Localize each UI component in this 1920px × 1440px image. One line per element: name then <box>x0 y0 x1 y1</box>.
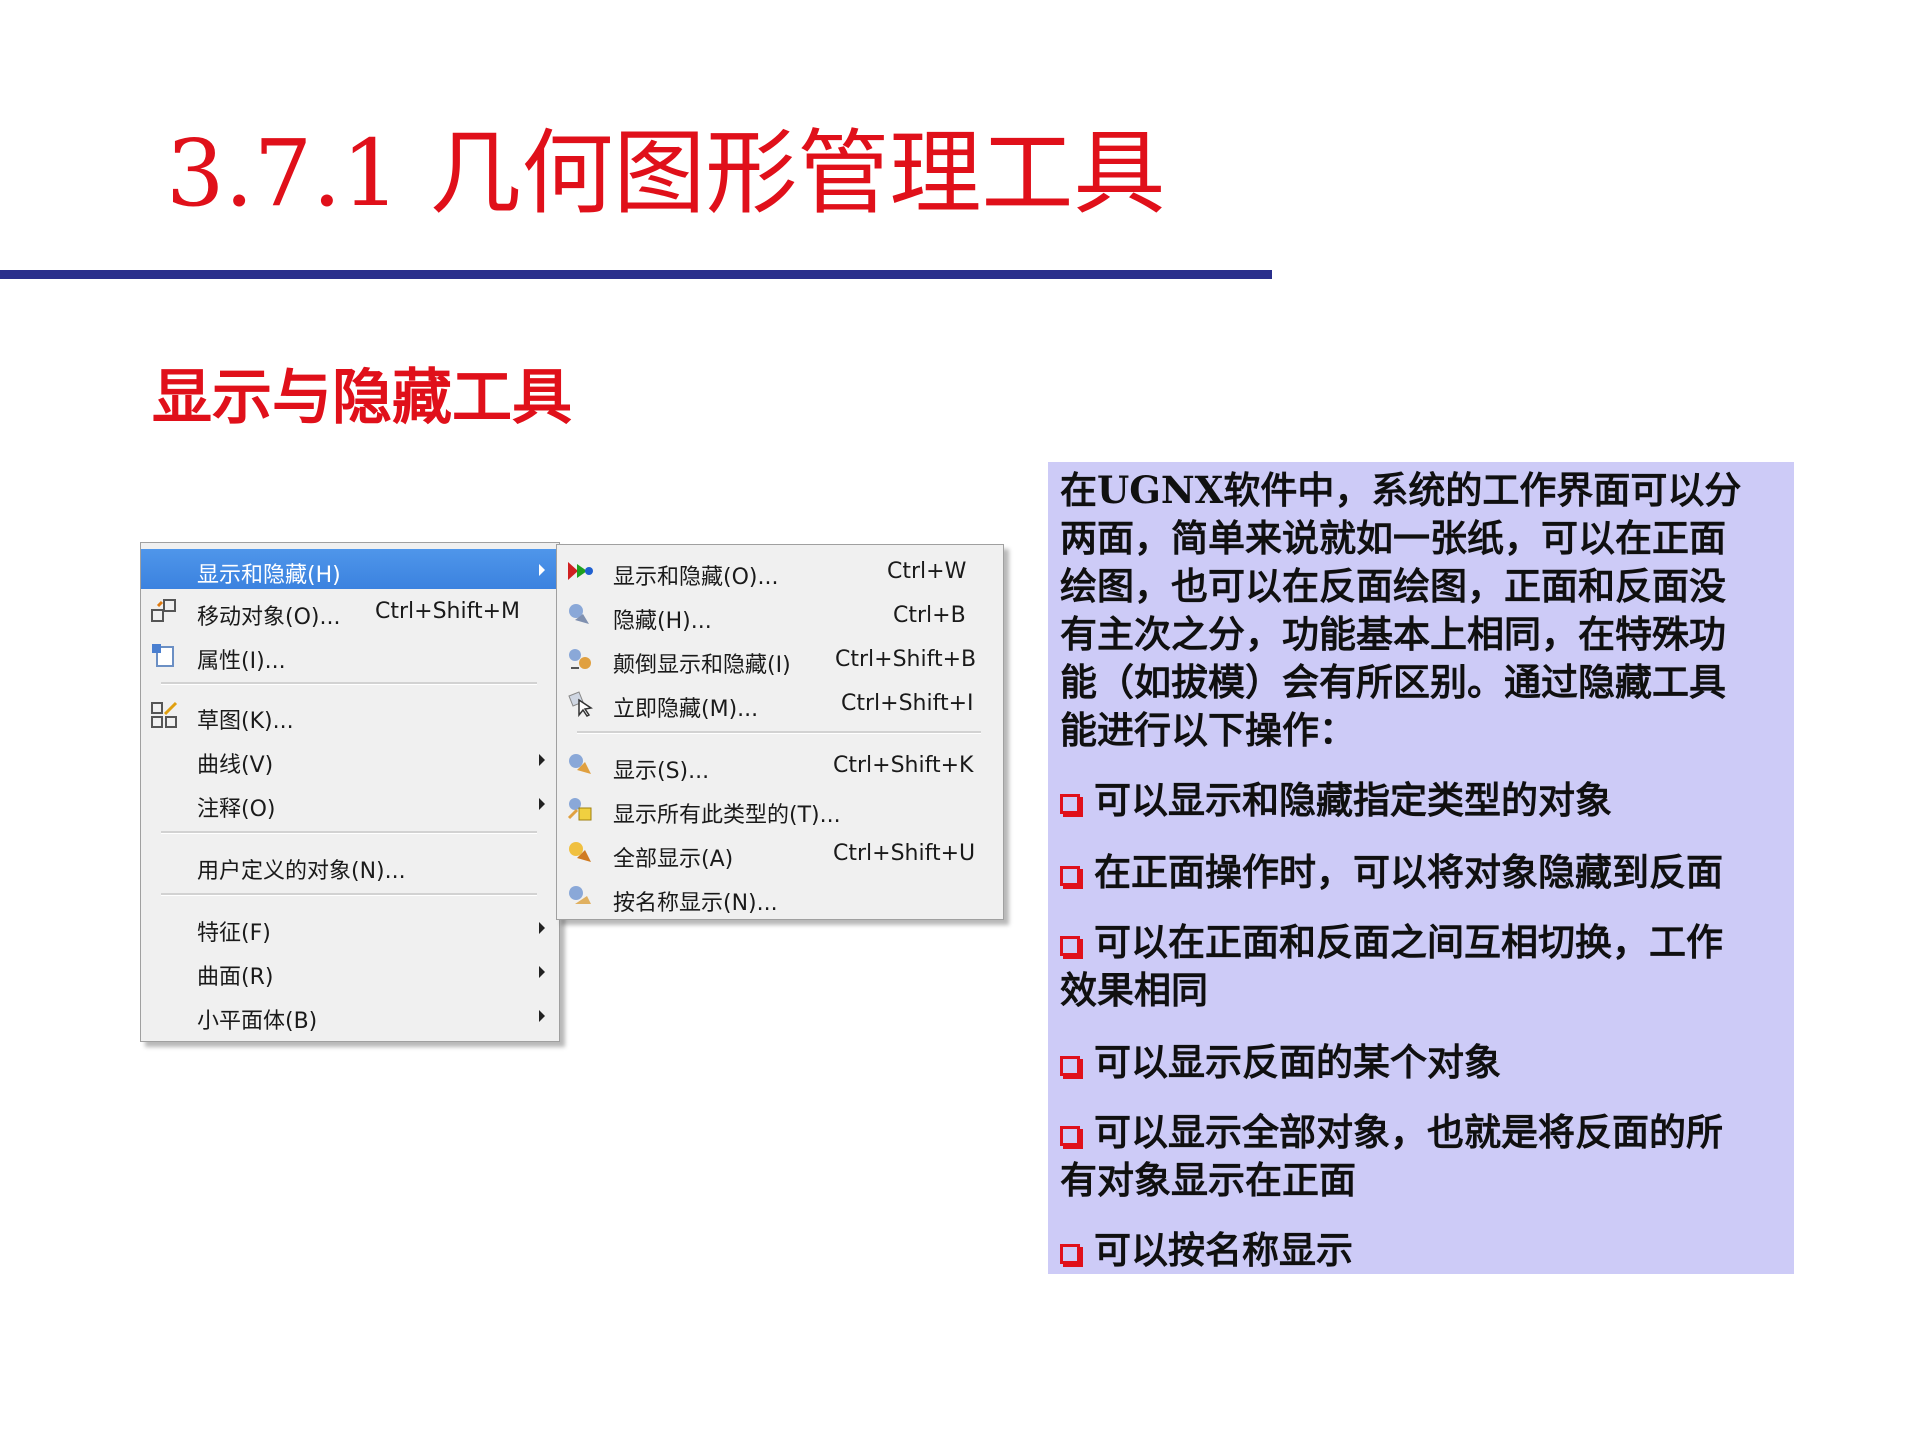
submenu-item-invert-show-hide[interactable]: 颠倒显示和隐藏(I) Ctrl+Shift+B <box>557 639 1003 679</box>
bullet-checkbox-icon <box>1060 1056 1080 1076</box>
sketch-icon <box>151 701 178 728</box>
show-all-of-type-icon <box>567 798 592 821</box>
submenu-item-shortcut: Ctrl+W <box>887 559 967 584</box>
bullet-continuation: 有对象显示在正面 <box>1060 1158 1356 1202</box>
submenu-item-label: 按名称显示(N)... <box>613 891 778 916</box>
submenu-item-label: 立即隐藏(M)... <box>613 697 759 722</box>
bullet-text: 可以显示和隐藏指定类型的对象 <box>1094 778 1612 822</box>
submenu-item-hide[interactable]: 隐藏(H)... Ctrl+B <box>557 595 1003 635</box>
menu-item-label: 显示和隐藏(H) <box>197 563 341 588</box>
move-object-icon <box>151 599 176 622</box>
menu-item-label: 小平面体(B) <box>197 1009 318 1034</box>
menu-item-label: 属性(I)... <box>197 649 286 674</box>
bullet-checkbox-icon <box>1060 794 1080 814</box>
menu-item-sketch[interactable]: 草图(K)... <box>141 695 559 735</box>
bullet-text: 可以在正面和反面之间互相切换，工作 <box>1094 920 1723 964</box>
menu-separator <box>161 831 537 834</box>
show-by-name-icon <box>569 886 591 904</box>
submenu-item-shortcut: Ctrl+B <box>893 603 966 628</box>
submenu-item-label: 全部显示(A) <box>613 847 734 872</box>
show-hide-icon <box>568 562 593 580</box>
submenu-item-show-all-of-type[interactable]: 显示所有此类型的(T)... <box>557 789 1003 829</box>
submenu-item-label: 颠倒显示和隐藏(I) <box>613 653 791 678</box>
bullet-item: 可以在正面和反面之间互相切换，工作 <box>1060 918 1723 966</box>
submenu-item-label: 显示所有此类型的(T)... <box>613 803 841 828</box>
menu-item-user-defined-object[interactable]: 用户定义的对象(N)... <box>141 845 559 885</box>
bullet-text: 可以按名称显示 <box>1094 1228 1353 1272</box>
bullet-text: 可以显示全部对象，也就是将反面的所 <box>1094 1110 1723 1154</box>
intro-line: 在UGNX软件中，系统的工作界面可以分 <box>1060 468 1742 512</box>
submenu-item-show-by-name[interactable]: 按名称显示(N)... <box>557 877 1003 917</box>
menu-item-feature[interactable]: 特征(F) <box>141 907 559 947</box>
submenu-item-shortcut: Ctrl+Shift+B <box>835 647 977 672</box>
menu-item-surface[interactable]: 曲面(R) <box>141 951 559 991</box>
menu-item-label: 草图(K)... <box>197 709 294 734</box>
submenu-item-show-and-hide[interactable]: 显示和隐藏(O)... Ctrl+W <box>557 551 1003 591</box>
hide-icon <box>569 604 589 624</box>
bullet-checkbox-icon <box>1060 936 1080 956</box>
bullet-text: 在正面操作时，可以将对象隐藏到反面 <box>1094 850 1723 894</box>
submenu-item-label: 隐藏(H)... <box>613 609 712 634</box>
show-all-icon <box>569 842 591 862</box>
bullet-text: 可以显示反面的某个对象 <box>1094 1040 1501 1084</box>
submenu-arrow-icon <box>539 1010 545 1022</box>
submenu-item-label: 显示(S)... <box>613 759 710 784</box>
menu-separator <box>161 893 537 896</box>
bullet-item: 可以显示反面的某个对象 <box>1060 1038 1501 1086</box>
submenu-arrow-icon <box>539 966 545 978</box>
title-divider <box>0 270 1272 279</box>
menu-item-curve[interactable]: 曲线(V) <box>141 739 559 779</box>
submenu-item-show-all[interactable]: 全部显示(A) Ctrl+Shift+U <box>557 833 1003 873</box>
main-context-menu: 显示和隐藏(H) 移动对象(O)... Ctrl+Shift+M 属性(I)..… <box>140 542 560 1042</box>
intro-line: 绘图，也可以在反面绘图，正面和反面没 <box>1060 564 1726 608</box>
menu-item-annotation[interactable]: 注释(O) <box>141 783 559 823</box>
bullet-checkbox-icon <box>1060 866 1080 886</box>
menu-item-label: 曲线(V) <box>197 753 274 778</box>
show-hide-submenu: 显示和隐藏(O)... Ctrl+W 隐藏(H)... Ctrl+B 颠倒显示和… <box>556 544 1004 920</box>
submenu-item-shortcut: Ctrl+Shift+K <box>833 753 974 778</box>
description-panel: 在UGNX软件中，系统的工作界面可以分 两面，简单来说就如一张纸，可以在正面 绘… <box>1048 462 1794 1274</box>
submenu-item-shortcut: Ctrl+Shift+U <box>833 841 976 866</box>
bullet-item: 可以按名称显示 <box>1060 1226 1353 1274</box>
bullet-item: 在正面操作时，可以将对象隐藏到反面 <box>1060 848 1723 896</box>
menu-item-properties[interactable]: 属性(I)... <box>141 635 559 675</box>
intro-line: 两面，简单来说就如一张纸，可以在正面 <box>1060 516 1726 560</box>
submenu-arrow-icon <box>539 922 545 934</box>
bullet-item: 可以显示全部对象，也就是将反面的所 <box>1060 1108 1723 1156</box>
menu-item-label: 注释(O) <box>197 797 276 822</box>
menu-item-shortcut: Ctrl+Shift+M <box>375 599 520 624</box>
properties-icon <box>152 644 174 667</box>
submenu-item-immediate-hide[interactable]: 立即隐藏(M)... Ctrl+Shift+I <box>557 683 1003 723</box>
intro-line: 能进行以下操作： <box>1060 708 1356 752</box>
bullet-item: 可以显示和隐藏指定类型的对象 <box>1060 776 1612 824</box>
submenu-arrow-icon <box>539 564 545 576</box>
show-icon <box>569 754 591 774</box>
menu-item-label: 特征(F) <box>197 921 271 946</box>
menu-item-facet-body[interactable]: 小平面体(B) <box>141 995 559 1035</box>
submenu-item-label: 显示和隐藏(O)... <box>613 565 779 590</box>
slide-subtitle: 显示与隐藏工具 <box>152 363 572 433</box>
invert-show-hide-icon <box>569 649 591 669</box>
submenu-arrow-icon <box>539 754 545 766</box>
menu-item-label: 移动对象(O)... <box>197 605 341 630</box>
menu-item-move-object[interactable]: 移动对象(O)... Ctrl+Shift+M <box>141 591 559 631</box>
immediate-hide-icon <box>568 691 593 718</box>
intro-line: 能（如拔模）会有所区别。通过隐藏工具 <box>1060 660 1726 704</box>
menu-item-show-hide[interactable]: 显示和隐藏(H) <box>141 549 559 589</box>
menu-item-label: 用户定义的对象(N)... <box>197 859 406 884</box>
menu-separator <box>161 682 537 685</box>
bullet-checkbox-icon <box>1060 1126 1080 1146</box>
submenu-item-show[interactable]: 显示(S)... Ctrl+Shift+K <box>557 745 1003 785</box>
menu-item-label: 曲面(R) <box>197 965 274 990</box>
submenu-arrow-icon <box>539 798 545 810</box>
menu-separator <box>577 731 981 734</box>
bullet-continuation: 效果相同 <box>1060 968 1208 1012</box>
slide-title: 3.7.1 几何图形管理工具 <box>166 120 1166 227</box>
submenu-item-shortcut: Ctrl+Shift+I <box>841 691 974 716</box>
intro-line: 有主次之分，功能基本上相同，在特殊功 <box>1060 612 1726 656</box>
bullet-checkbox-icon <box>1060 1244 1080 1264</box>
